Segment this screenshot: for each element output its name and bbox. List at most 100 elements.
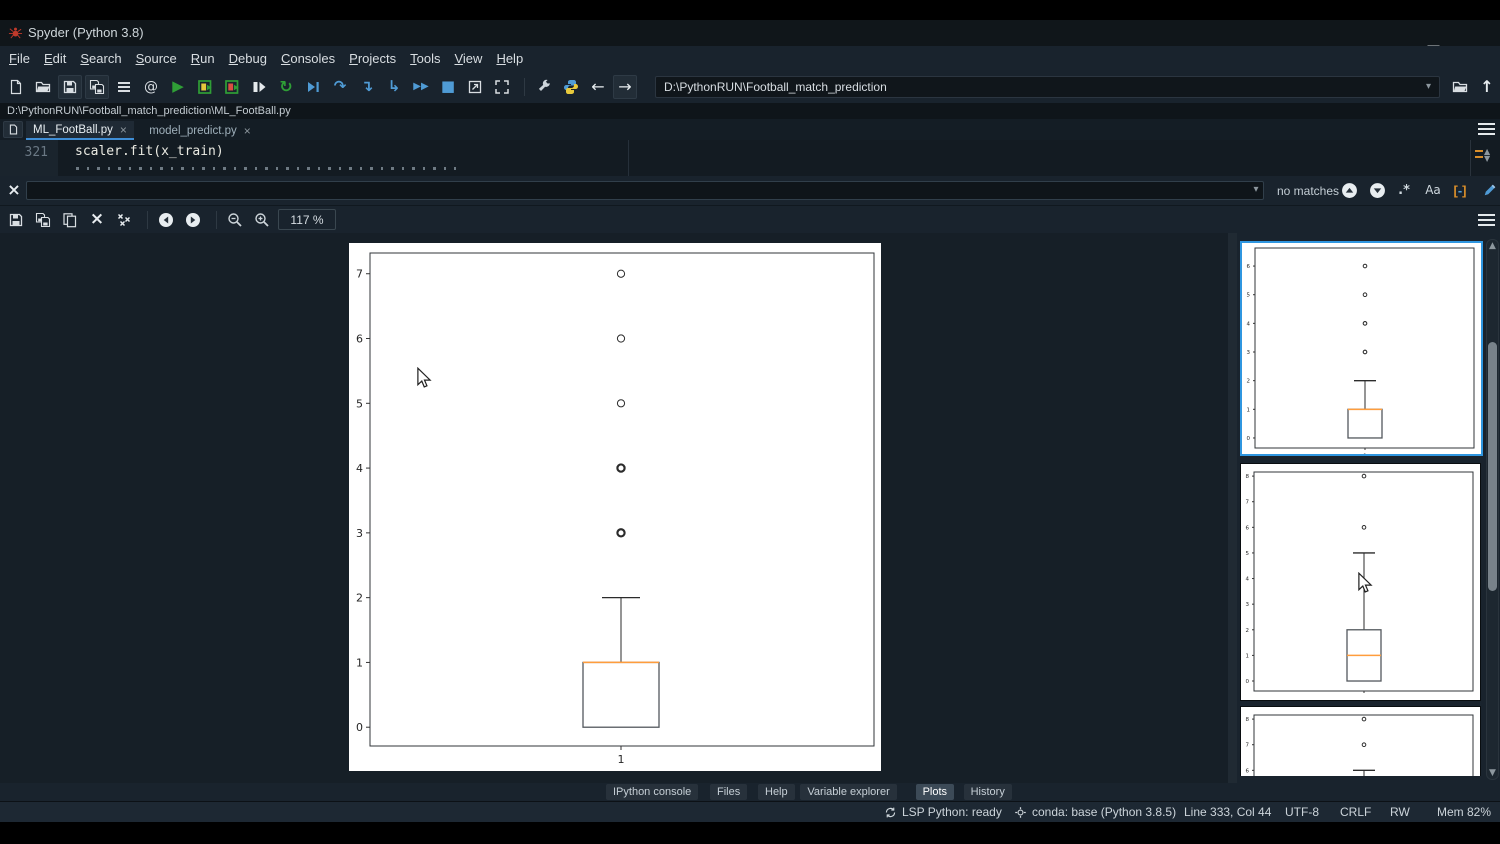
menu-consoles[interactable]: Consoles [274, 48, 342, 69]
step-return-icon[interactable]: ↳ [382, 75, 406, 99]
close-tab-icon[interactable]: × [120, 123, 127, 137]
save-icon[interactable] [58, 75, 82, 99]
code-editor[interactable]: 321 scaler.fit(x_train) ▲▼ [0, 140, 1500, 176]
svg-text:5: 5 [1246, 551, 1250, 557]
browse-tabs-button[interactable] [3, 121, 23, 138]
svg-text:6: 6 [1246, 768, 1250, 774]
fullscreen-icon[interactable] [490, 75, 514, 99]
menu-edit[interactable]: Edit [37, 48, 73, 69]
maximize-pane-icon[interactable] [463, 75, 487, 99]
scrollbar-thumb[interactable] [1488, 342, 1497, 591]
back-icon[interactable]: ← [586, 75, 610, 99]
zoom-in-icon[interactable] [251, 209, 273, 231]
menu-search[interactable]: Search [73, 48, 128, 69]
zoom-out-icon[interactable] [224, 209, 246, 231]
clipped-code-line [76, 167, 456, 170]
previous-match-icon[interactable] [1339, 180, 1359, 200]
close-tab-icon[interactable]: × [244, 124, 251, 138]
open-file-icon[interactable] [31, 75, 55, 99]
menu-help[interactable]: Help [489, 48, 530, 69]
svg-text:7: 7 [1246, 743, 1250, 749]
plot-thumbnail-clipped[interactable]: 0123456781 [1240, 706, 1481, 776]
line-number: 321 [0, 145, 48, 160]
editor-scroll-border [1470, 140, 1471, 176]
forward-icon[interactable]: → [613, 75, 637, 99]
debug-file-icon[interactable] [301, 75, 325, 99]
whole-word-toggle-icon[interactable]: [-] [1450, 180, 1470, 200]
pane-tab-bar: IPython console Files Help Variable explore… [0, 783, 1500, 801]
menu-tools[interactable]: Tools [403, 48, 447, 69]
menu-projects[interactable]: Projects [342, 48, 403, 69]
browse-directory-icon[interactable] [1448, 75, 1472, 99]
status-eol: CRLF [1340, 805, 1371, 819]
step-over-icon[interactable]: ↷ [328, 75, 352, 99]
new-file-icon[interactable] [4, 75, 28, 99]
menu-file[interactable]: File [2, 48, 37, 69]
run-cell-advance-icon[interactable] [220, 75, 244, 99]
thumbnail-scrollbar[interactable]: ▲ ▼ [1486, 239, 1499, 780]
rerun-cell-icon[interactable]: ↻ [274, 75, 298, 99]
find-symbols-icon[interactable]: @ [139, 75, 163, 99]
plot-thumbnail[interactable]: 0123456781 [1240, 463, 1481, 701]
pane-tab-history[interactable]: History [964, 784, 1012, 800]
preferences-icon[interactable] [532, 75, 556, 99]
stop-debug-icon[interactable]: ■ [436, 75, 460, 99]
save-all-plots-icon[interactable] [32, 209, 54, 231]
spyder-logo-icon [8, 25, 23, 43]
pane-splitter[interactable] [1228, 233, 1237, 783]
svg-text:5: 5 [1247, 293, 1251, 299]
svg-text:1: 1 [618, 753, 625, 766]
remove-all-plots-icon[interactable] [113, 209, 135, 231]
run-cell-icon[interactable] [193, 75, 217, 99]
highlight-matches-icon[interactable] [1480, 180, 1500, 200]
status-bar: LSP Python: readyconda: base (Python 3.8… [0, 801, 1500, 822]
pane-tab-ipython-console[interactable]: IPython console [606, 784, 698, 800]
working-directory-combobox[interactable]: D:\PythonRUN\Football_match_prediction ▾ [655, 76, 1440, 98]
save-all-icon[interactable] [85, 75, 109, 99]
case-sensitive-toggle-icon[interactable]: Aa [1423, 180, 1443, 200]
next-plot-icon[interactable] [182, 209, 204, 231]
file-icon [8, 124, 19, 135]
pane-tab-plots[interactable]: Plots [916, 784, 954, 800]
svg-text:4: 4 [1247, 321, 1251, 327]
svg-text:3: 3 [1246, 602, 1250, 608]
editor-tab-ml-football-py[interactable]: ML_FootBall.py× [26, 121, 134, 140]
find-status: no matches [1277, 184, 1339, 198]
file-switcher-icon[interactable] [112, 75, 136, 99]
search-input[interactable] [26, 181, 1264, 200]
previous-plot-icon[interactable] [155, 209, 177, 231]
pane-tab-help[interactable]: Help [758, 784, 795, 800]
next-match-icon[interactable] [1367, 180, 1387, 200]
regex-toggle-icon[interactable]: .* [1394, 180, 1414, 200]
python-path-icon[interactable] [559, 75, 583, 99]
code-line: scaler.fit(x_train) [75, 144, 224, 159]
scroll-down-icon[interactable]: ▼ [1487, 768, 1498, 778]
pane-tab-files[interactable]: Files [710, 784, 747, 800]
scroll-up-icon[interactable]: ▲ [1487, 241, 1498, 251]
parent-directory-icon[interactable]: ↑ [1475, 75, 1499, 99]
plot-thumbnail-selected[interactable]: 01234561 [1240, 241, 1483, 456]
plot-thumbnail-panel: 01234561 0123456781 0123456781 ▲ ▼ [1237, 233, 1500, 783]
copy-plot-icon[interactable] [59, 209, 81, 231]
editor-tab-model-predict-py[interactable]: model_predict.py× [142, 121, 258, 140]
editor-options-menu-icon[interactable] [1478, 123, 1495, 135]
plots-options-menu-icon[interactable] [1478, 214, 1495, 226]
pane-tab-variable-explorer[interactable]: Variable explorer [800, 784, 896, 800]
menu-source[interactable]: Source [129, 48, 184, 69]
menu-run[interactable]: Run [184, 48, 222, 69]
search-dropdown-caret-icon[interactable]: ▾ [1246, 180, 1266, 200]
svg-text:7: 7 [356, 268, 363, 281]
splitter-handle-icon[interactable]: ▲▼ [1484, 148, 1490, 162]
menu-view[interactable]: View [447, 48, 489, 69]
status-conda-env: conda: base (Python 3.8.5) [1032, 805, 1176, 819]
save-plot-icon[interactable] [5, 209, 27, 231]
close-find-icon[interactable]: × [4, 180, 24, 200]
run-file-icon[interactable]: ▶ [166, 75, 190, 99]
continue-icon[interactable]: ▶▶ [409, 75, 433, 99]
conda-env-icon [1014, 806, 1027, 822]
menu-debug[interactable]: Debug [222, 48, 274, 69]
run-selection-icon[interactable] [247, 75, 271, 99]
step-into-icon[interactable]: ↴ [355, 75, 379, 99]
remove-plot-icon[interactable]: × [86, 209, 108, 231]
zoom-level[interactable]: 117 % [278, 209, 336, 230]
